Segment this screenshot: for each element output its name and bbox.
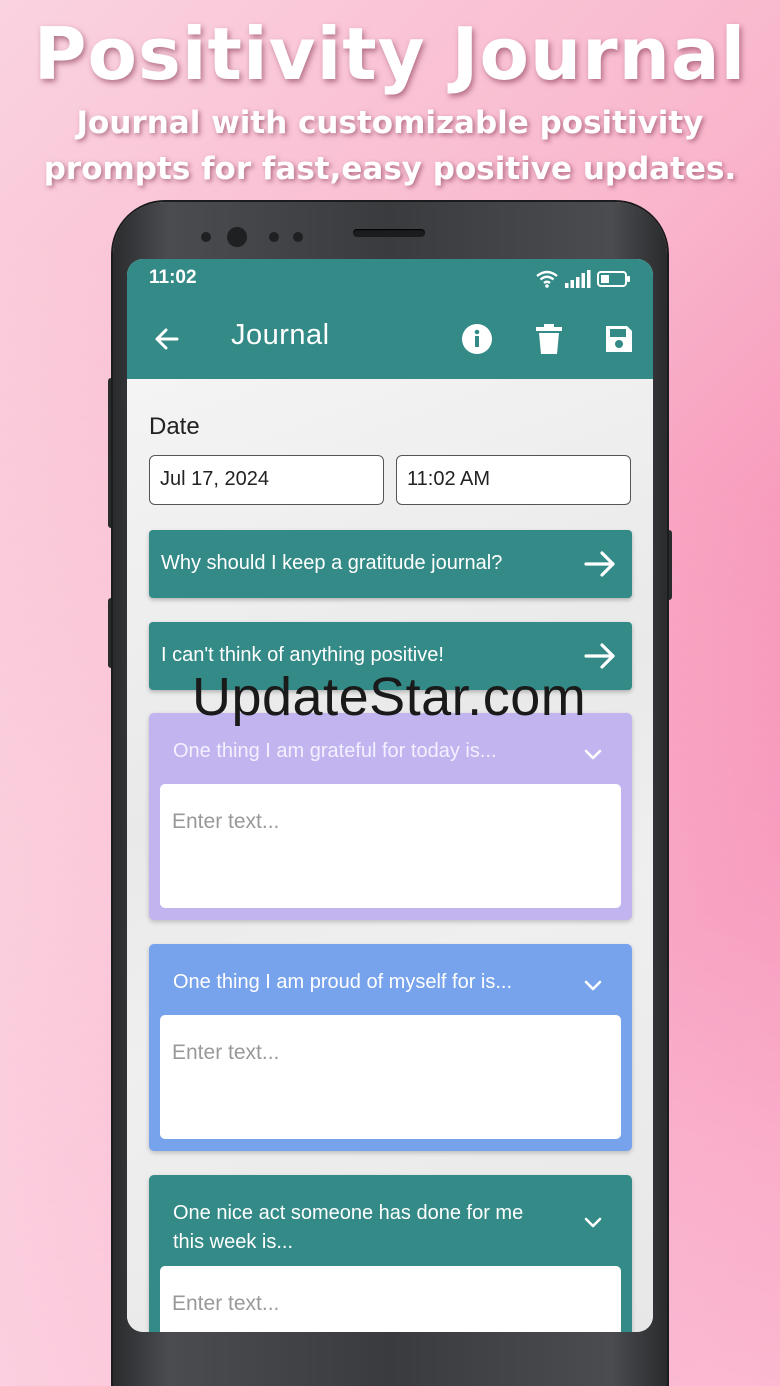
- prompt-card-title: One nice act someone has done for me thi…: [173, 1199, 523, 1257]
- signal-icon: [565, 270, 591, 288]
- arrow-right-icon: [584, 551, 615, 577]
- status-icons: [535, 269, 631, 289]
- trash-icon: [536, 324, 562, 354]
- prompt-card-title-line-2: this week is...: [173, 1231, 294, 1253]
- info-icon: [462, 324, 492, 354]
- floppy-disk-icon: [606, 326, 632, 352]
- promo-title: Positivity Journal: [33, 12, 747, 96]
- app-bar: Journal: [127, 299, 653, 379]
- proud-text-input[interactable]: Enter text...: [160, 1015, 621, 1139]
- phone-sensor: [269, 232, 279, 242]
- chevron-down-icon[interactable]: [582, 974, 604, 996]
- prompt-card-title: One thing I am proud of myself for is...: [173, 971, 513, 993]
- watermark: UpdateStar.com: [192, 667, 587, 727]
- phone-sensor: [201, 232, 211, 242]
- status-time: 11:02: [149, 267, 197, 288]
- nice-act-text-input[interactable]: Enter text...: [160, 1266, 621, 1332]
- save-button[interactable]: [599, 319, 639, 359]
- date-label: Date: [149, 413, 200, 440]
- promo-subtitle-line-1: Journal with customizable positivity: [76, 105, 704, 141]
- phone-front-camera: [227, 227, 247, 247]
- gratitude-info-button[interactable]: Why should I keep a gratitude journal?: [149, 530, 632, 598]
- back-button[interactable]: [147, 319, 187, 359]
- time-field[interactable]: 11:02 AM: [396, 455, 631, 505]
- phone-speaker: [353, 229, 425, 237]
- promo-subtitle: Journal with customizable positivity pro…: [20, 100, 760, 192]
- nothing-positive-label: I can't think of anything positive!: [161, 644, 444, 666]
- arrow-right-icon: [584, 643, 615, 669]
- chevron-down-icon[interactable]: [582, 1211, 604, 1233]
- journal-form: Date Jul 17, 2024 11:02 AM Why should I …: [127, 379, 653, 1332]
- prompt-card-title: One thing I am grateful for today is...: [173, 740, 497, 762]
- wifi-icon: [536, 270, 558, 288]
- phone-sensor: [293, 232, 303, 242]
- battery-icon: [597, 271, 630, 287]
- prompt-card-proud: One thing I am proud of myself for is...…: [149, 944, 632, 1151]
- grateful-text-input[interactable]: Enter text...: [160, 784, 621, 908]
- app-title: Journal: [231, 319, 330, 351]
- prompt-card-nice-act: One nice act someone has done for me thi…: [149, 1175, 632, 1332]
- prompt-card-title-line-1: One nice act someone has done for me: [173, 1202, 524, 1224]
- chevron-down-icon[interactable]: [582, 743, 604, 765]
- info-button[interactable]: [457, 319, 497, 359]
- delete-button[interactable]: [529, 319, 569, 359]
- phone-frame: 11:02 Journal Date Jul 17, 2024 11:02 AM…: [113, 202, 667, 1386]
- gratitude-info-label: Why should I keep a gratitude journal?: [161, 552, 503, 574]
- phone-screen: 11:02 Journal Date Jul 17, 2024 11:02 AM…: [127, 259, 653, 1332]
- status-bar: 11:02: [127, 259, 653, 299]
- promo-subtitle-line-2: prompts for fast,easy positive updates.: [43, 151, 737, 187]
- prompt-card-grateful: One thing I am grateful for today is... …: [149, 713, 632, 920]
- date-field[interactable]: Jul 17, 2024: [149, 455, 384, 505]
- arrow-left-icon: [155, 328, 179, 350]
